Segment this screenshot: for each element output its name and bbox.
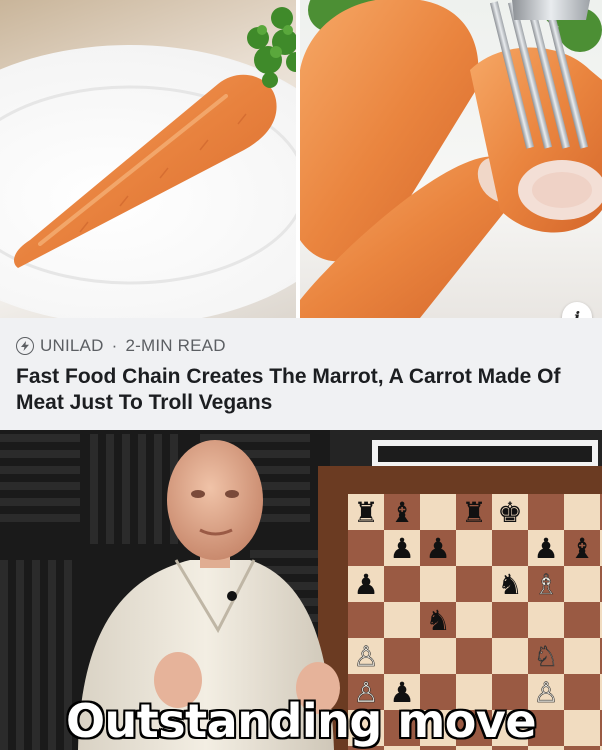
read-time: 2-MIN READ — [125, 336, 226, 355]
chess-piece: ♟ — [425, 532, 450, 565]
board-square — [384, 566, 420, 602]
lightning-bolt-icon — [16, 337, 34, 355]
board-square — [528, 602, 564, 638]
chess-piece: ♞ — [425, 604, 450, 637]
chess-piece: ♘ — [533, 640, 558, 673]
separator-dot: · — [111, 336, 118, 355]
board-square — [492, 638, 528, 674]
chess-piece: ♝ — [389, 496, 414, 529]
board-square — [564, 566, 600, 602]
chess-piece: ♞ — [497, 568, 522, 601]
chess-piece: ♗ — [533, 568, 558, 601]
board-square — [420, 638, 456, 674]
board-square — [456, 638, 492, 674]
meme-image[interactable]: ♜♝♜♚♟♟♟♝♟♟♞♗♞♙♘♙♟♙ Outstanding move — [0, 430, 602, 750]
board-square — [456, 530, 492, 566]
chess-piece: ♜ — [353, 496, 378, 529]
board-square — [564, 638, 600, 674]
board-square — [564, 494, 600, 530]
head — [167, 440, 263, 560]
photo-panel-sliced-carrot — [300, 0, 602, 318]
board-square — [420, 566, 456, 602]
chess-piece: ♝ — [569, 532, 594, 565]
meme-caption: Outstanding move — [65, 694, 537, 748]
board-square — [492, 602, 528, 638]
board-square — [564, 602, 600, 638]
source-line: UNILAD · 2-MIN READ — [16, 336, 586, 356]
article-photo[interactable]: i — [0, 0, 602, 318]
board-square — [348, 530, 384, 566]
source-name: UNILAD — [40, 336, 104, 355]
link-preview-card[interactable]: UNILAD · 2-MIN READ Fast Food Chain Crea… — [0, 318, 602, 430]
board-square — [384, 638, 420, 674]
board-square — [456, 566, 492, 602]
photo-panel-whole-carrot — [0, 0, 296, 318]
chess-piece: ♙ — [353, 640, 378, 673]
chess-piece: ♟ — [353, 568, 378, 601]
chess-piece: ♟ — [389, 532, 414, 565]
board-square — [456, 602, 492, 638]
board-square — [348, 602, 384, 638]
chess-piece: ♚ — [497, 496, 522, 529]
board-square — [492, 530, 528, 566]
article-headline[interactable]: Fast Food Chain Creates The Marrot, A Ca… — [16, 364, 591, 416]
board-square — [420, 494, 456, 530]
chess-piece: ♜ — [461, 496, 486, 529]
board-square — [384, 602, 420, 638]
chess-piece: ♟ — [533, 532, 558, 565]
board-square — [528, 494, 564, 530]
